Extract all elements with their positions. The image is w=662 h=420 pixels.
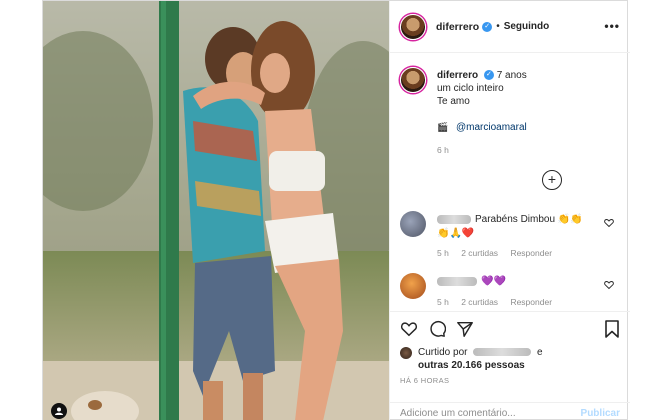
reply-button[interactable]: Responder [510, 248, 552, 258]
caption-timestamp[interactable]: 6 h [437, 144, 617, 157]
caption-line-1: um ciclo inteiro [437, 83, 504, 94]
add-comment-bar: Adicione um comentário... Publicar [390, 402, 630, 420]
likes-others-link[interactable]: outras 20.166 pessoas [418, 360, 525, 371]
comment-text: 💜💜 [437, 275, 597, 289]
comment-time[interactable]: 5 h [437, 297, 449, 307]
comment-meta: 5 h 2 curtidas Responder [437, 248, 562, 258]
like-heart-icon[interactable] [400, 320, 418, 338]
comment-bubble-icon[interactable] [428, 320, 446, 338]
comment-text-line-2: 👏🙏❤️ [437, 228, 475, 239]
liker-username-blurred[interactable] [473, 348, 532, 357]
credit-mention-link[interactable]: @marcioamaral [456, 122, 527, 133]
comment-text-line-1: Parabéns Dimbou 👏👏 [475, 214, 583, 225]
likes-line-1: Curtido por e [400, 346, 620, 359]
separator-dot: • [496, 21, 500, 32]
post-timestamp[interactable]: HÁ 6 HORAS [400, 376, 449, 385]
comment-likes[interactable]: 2 curtidas [461, 248, 498, 258]
likes-suffix: e [537, 347, 543, 358]
verified-badge-icon: ✓ [482, 21, 493, 32]
likes-summary: Curtido por e outras 20.166 pessoas [400, 346, 620, 372]
caption-text-7-anos: 7 anos [496, 70, 527, 81]
caption-credit: 🎬 @marcioamaral [437, 121, 617, 134]
liker-avatar[interactable] [400, 347, 412, 359]
caption-username[interactable]: diferrero [437, 70, 478, 81]
comment-time[interactable]: 5 h [437, 248, 449, 258]
caption-body: diferrero ✓ 7 anos um ciclo inteiro Te a… [437, 69, 617, 157]
post-side-panel: diferrero ✓ • Seguindo ••• diferrero ✓ 7… [389, 1, 630, 420]
commenter-avatar[interactable] [400, 211, 426, 237]
comment-text: Parabéns Dimbou 👏👏 👏🙏❤️ [437, 213, 597, 241]
publish-button[interactable]: Publicar [581, 408, 620, 419]
comment-heart-icon[interactable] [604, 218, 614, 228]
likes-line-2: outras 20.166 pessoas [400, 359, 620, 372]
follow-status-button[interactable]: Seguindo [504, 21, 550, 32]
author-username[interactable]: diferrero [436, 21, 479, 33]
instagram-post: diferrero ✓ • Seguindo ••• diferrero ✓ 7… [42, 0, 630, 420]
post-header: diferrero ✓ • Seguindo ••• [390, 1, 630, 53]
more-horizontal-icon[interactable]: ••• [604, 19, 620, 33]
likes-prefix: Curtido por [418, 347, 468, 358]
commenter-username-blurred[interactable] [437, 276, 477, 286]
comment-heart-icon[interactable] [604, 280, 614, 290]
caption-line-header: diferrero ✓ 7 anos [437, 69, 617, 82]
comment-likes[interactable]: 2 curtidas [461, 297, 498, 307]
action-icon-row [400, 320, 474, 338]
caption-line-2: Te amo [437, 96, 470, 107]
tagged-users-icon[interactable] [51, 403, 67, 419]
clapperboard-icon: 🎬 [437, 122, 449, 132]
caption-verified-badge-icon: ✓ [483, 70, 494, 81]
commenter-avatar[interactable] [400, 273, 426, 299]
comment-input[interactable]: Adicione um comentário... [400, 408, 516, 419]
author-avatar[interactable] [400, 13, 426, 40]
comment-text-line-1: 💜💜 [481, 276, 506, 287]
caption-author-avatar[interactable] [400, 67, 426, 93]
post-photo[interactable] [43, 1, 389, 420]
save-bookmark-icon[interactable] [604, 320, 620, 338]
commenter-username-blurred[interactable] [437, 214, 471, 224]
comment-meta: 5 h 2 curtidas Responder [437, 297, 562, 307]
reply-button[interactable]: Responder [510, 297, 552, 307]
post-actions: Curtido por e outras 20.166 pessoas HÁ 6… [390, 311, 630, 420]
share-direct-icon[interactable] [456, 320, 474, 338]
plus-circle-icon[interactable]: + [542, 170, 562, 190]
post-photo-image [43, 1, 389, 420]
